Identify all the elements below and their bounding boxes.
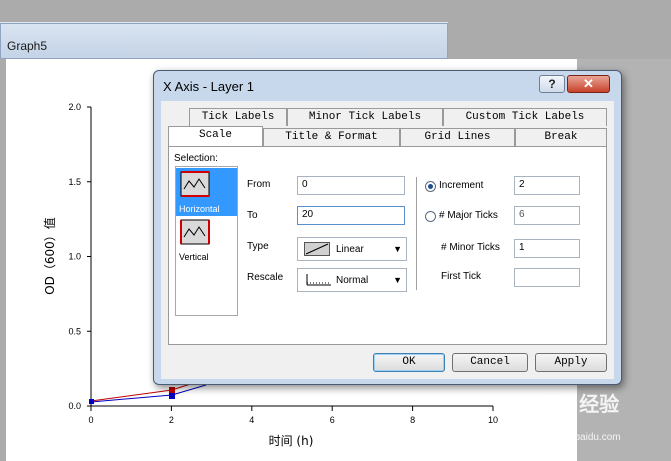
selection-item-vertical[interactable]: Vertical	[176, 216, 237, 264]
y-axis-title: OD（600）值	[42, 217, 57, 295]
x-axis-title: 时间 (h)	[269, 434, 314, 448]
vertical-axis-icon	[180, 219, 210, 245]
data-point	[169, 393, 175, 399]
x-tick-label: 2	[169, 415, 174, 425]
selection-list[interactable]: Horizontal Vertical	[175, 166, 238, 316]
y-tick-label: 0.5	[68, 326, 81, 336]
x-ticks: 0 2 4 6 8 10	[88, 406, 498, 425]
tab-scale[interactable]: Scale	[168, 126, 263, 146]
from-input[interactable]: 0	[297, 176, 405, 195]
data-point	[169, 387, 175, 393]
y-tick-label: 0.0	[68, 401, 81, 411]
chevron-down-icon: ▼	[393, 244, 402, 254]
x-tick-label: 10	[488, 415, 498, 425]
chevron-down-icon: ▼	[393, 275, 402, 285]
ok-button[interactable]: OK	[373, 353, 445, 372]
tab-break[interactable]: Break	[515, 128, 607, 146]
linear-scale-icon	[304, 242, 330, 256]
y-tick-label: 2.0	[68, 102, 81, 112]
tab-tick-labels[interactable]: Tick Labels	[189, 108, 287, 126]
apply-button[interactable]: Apply	[535, 353, 607, 372]
x-tick-label: 8	[410, 415, 415, 425]
x-tick-label: 0	[88, 415, 93, 425]
selection-item-label: Vertical	[179, 252, 209, 262]
to-input[interactable]: 20	[297, 206, 405, 225]
horizontal-axis-icon	[180, 171, 210, 197]
cancel-button[interactable]: Cancel	[452, 353, 528, 372]
increment-radio[interactable]	[425, 181, 436, 192]
x-tick-label: 4	[249, 415, 254, 425]
column-divider	[416, 177, 418, 290]
scale-panel: Selection: Horizontal Vertical From 0 To…	[168, 146, 607, 345]
tab-minor-tick-labels[interactable]: Minor Tick Labels	[287, 108, 443, 126]
rescale-label: Rescale	[247, 272, 284, 283]
selection-item-label: Horizontal	[179, 204, 220, 214]
x-tick-label: 6	[330, 415, 335, 425]
y-tick-label: 1.0	[68, 252, 81, 262]
x-axis-dialog: X Axis - Layer 1 ? ✕ Tick Labels Minor T…	[153, 70, 622, 385]
y-ticks: 0.0 0.5 1.0 1.5 2.0	[68, 102, 91, 411]
rescale-select-value: Normal	[336, 275, 369, 286]
from-label: From	[247, 179, 271, 190]
watermark-url: jingyan.baidu.com	[540, 432, 621, 443]
major-ticks-label: # Major Ticks	[439, 210, 498, 221]
first-tick-input[interactable]	[514, 268, 580, 287]
help-button[interactable]: ?	[539, 75, 565, 93]
y-tick-label: 1.5	[68, 177, 81, 187]
selection-label: Selection:	[174, 153, 218, 164]
close-button[interactable]: ✕	[567, 75, 610, 93]
type-select-value: Linear	[336, 244, 364, 255]
tab-custom-tick-labels[interactable]: Custom Tick Labels	[443, 108, 607, 126]
rescale-icon	[306, 274, 331, 286]
major-ticks-radio[interactable]	[425, 211, 436, 222]
rescale-select[interactable]: Normal ▼	[297, 268, 407, 292]
to-label: To	[247, 210, 258, 221]
minor-ticks-input[interactable]: 1	[514, 239, 580, 258]
graph-tab[interactable]: Graph5	[1, 34, 61, 58]
increment-input[interactable]: 2	[514, 176, 580, 195]
dialog-body: Tick Labels Minor Tick Labels Custom Tic…	[161, 101, 614, 379]
dialog-title: X Axis - Layer 1	[163, 79, 255, 94]
tab-grid-lines[interactable]: Grid Lines	[400, 128, 515, 146]
window-strip	[0, 0, 448, 24]
graph-titlebar: Graph5	[0, 24, 448, 59]
major-ticks-input[interactable]: 6	[514, 206, 580, 225]
increment-label: Increment	[439, 180, 484, 191]
first-tick-label: First Tick	[441, 271, 481, 282]
minor-ticks-label: # Minor Ticks	[441, 242, 500, 253]
data-point	[89, 399, 94, 404]
type-select[interactable]: Linear ▼	[297, 237, 407, 261]
tab-title-format[interactable]: Title & Format	[263, 128, 400, 146]
close-icon: ✕	[583, 76, 594, 91]
type-label: Type	[247, 241, 269, 252]
selection-item-horizontal[interactable]: Horizontal	[176, 168, 237, 216]
watermark-logo: Baidu 经验	[518, 394, 620, 416]
